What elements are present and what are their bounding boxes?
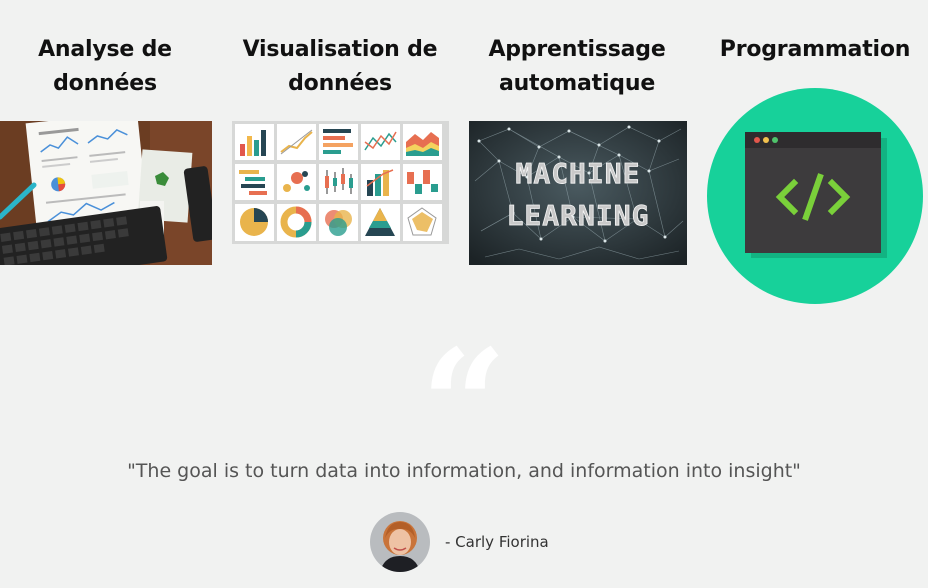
topic-title-line1: Programmation [719, 37, 911, 62]
topic-title: Programmation [700, 33, 928, 67]
topic-title-line1: Apprentissage [488, 37, 666, 62]
topic-title: Visualisation de données [225, 33, 455, 101]
topic-title-line1: Analyse de [38, 37, 172, 62]
topic-title-line2: données [288, 71, 392, 96]
topic-title-line1: Visualisation de [242, 37, 438, 62]
quote-open-icon: “ [420, 317, 508, 493]
avatar [370, 512, 430, 572]
quote-text: "The goal is to turn data into informati… [127, 460, 801, 482]
ml-banner-line1: MACHINE [515, 157, 640, 190]
topic-title: Analyse de données [0, 33, 220, 101]
data-visualization-image[interactable] [232, 121, 449, 244]
data-analysis-image[interactable] [0, 121, 212, 265]
machine-learning-image[interactable]: MACHINE LEARNING [469, 121, 687, 265]
ml-banner-line2: LEARNING [507, 199, 650, 232]
topic-title-line2: automatique [498, 71, 656, 96]
page: Analyse de données Visualisation de donn… [0, 0, 928, 588]
programming-image[interactable] [706, 87, 924, 305]
topic-title-line2: données [53, 71, 157, 96]
topic-title: Apprentissage automatique [462, 33, 692, 101]
author-name: - Carly Fiorina [445, 533, 549, 551]
